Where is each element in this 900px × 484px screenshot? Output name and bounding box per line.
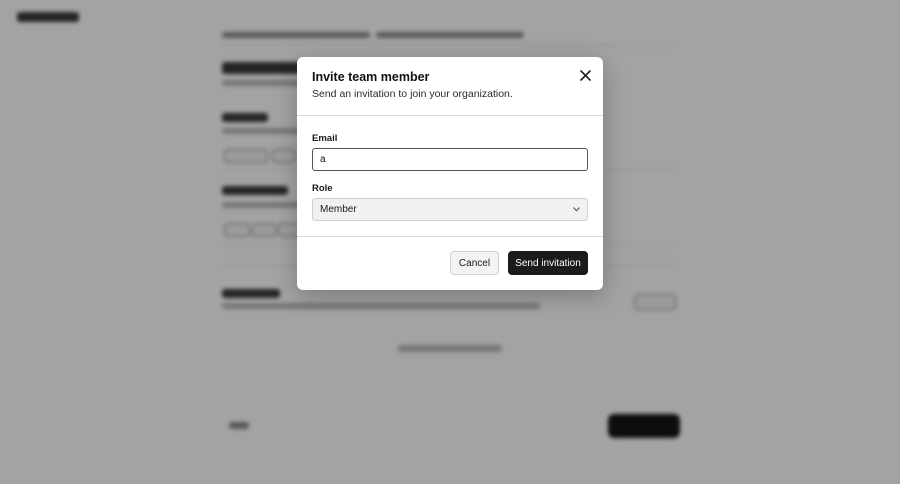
page: Invite team member Send an invitation to… — [0, 0, 900, 484]
role-select[interactable]: Member — [312, 198, 588, 221]
dialog-header: Invite team member Send an invitation to… — [297, 57, 603, 116]
send-invitation-button[interactable]: Send invitation — [508, 251, 588, 275]
role-label: Role — [312, 183, 333, 194]
role-selected-value: Member — [320, 204, 357, 215]
dialog-subtitle: Send an invitation to join your organiza… — [312, 88, 513, 100]
cancel-button[interactable]: Cancel — [450, 251, 499, 275]
close-button[interactable] — [577, 67, 593, 83]
email-field[interactable] — [312, 148, 588, 171]
invite-member-dialog: Invite team member Send an invitation to… — [297, 57, 603, 290]
email-label: Email — [312, 133, 338, 144]
dialog-title: Invite team member — [312, 70, 430, 84]
close-icon — [579, 69, 591, 81]
dialog-footer-divider — [297, 236, 603, 237]
chevron-down-icon — [572, 206, 580, 214]
